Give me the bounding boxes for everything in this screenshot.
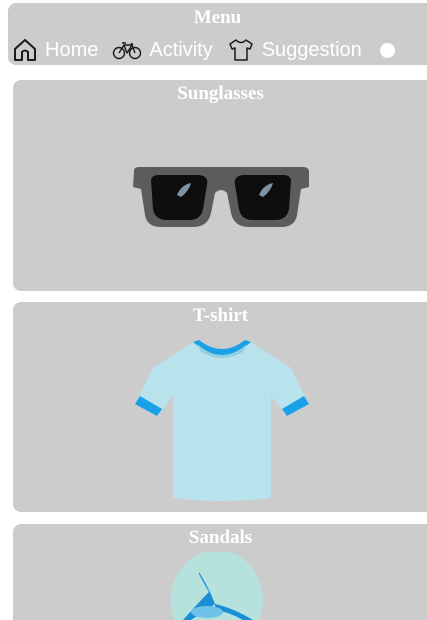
menu-title: Menu <box>193 7 242 28</box>
sunglasses-image <box>133 167 309 227</box>
card-sandals[interactable]: Sandals <box>13 524 427 620</box>
sandals-image <box>171 552 263 620</box>
nav-bar: Home Activity Suggestion <box>12 33 395 67</box>
home-icon <box>12 37 38 63</box>
nav-label-activity: Activity <box>149 38 213 61</box>
bicycle-icon <box>112 39 142 61</box>
nav-item-activity[interactable]: Activity <box>112 39 226 62</box>
card-title-t-shirt: T-shirt <box>192 305 249 326</box>
menu-bar: Menu Home Activity Suggestion <box>8 3 427 65</box>
nav-item-home[interactable]: Home <box>12 37 112 63</box>
nav-label-suggestion: Suggestion <box>261 38 362 61</box>
card-title-sunglasses: Sunglasses <box>177 83 264 104</box>
card-title-sandals: Sandals <box>188 527 253 548</box>
tshirt-icon <box>227 37 255 63</box>
circle-toggle-icon[interactable] <box>379 42 395 58</box>
card-t-shirt[interactable]: T-shirt <box>13 302 427 512</box>
nav-label-home: Home <box>45 38 99 61</box>
card-sunglasses[interactable]: Sunglasses <box>13 80 427 291</box>
nav-item-suggestion[interactable]: Suggestion <box>227 37 376 63</box>
t-shirt-image <box>135 340 309 501</box>
